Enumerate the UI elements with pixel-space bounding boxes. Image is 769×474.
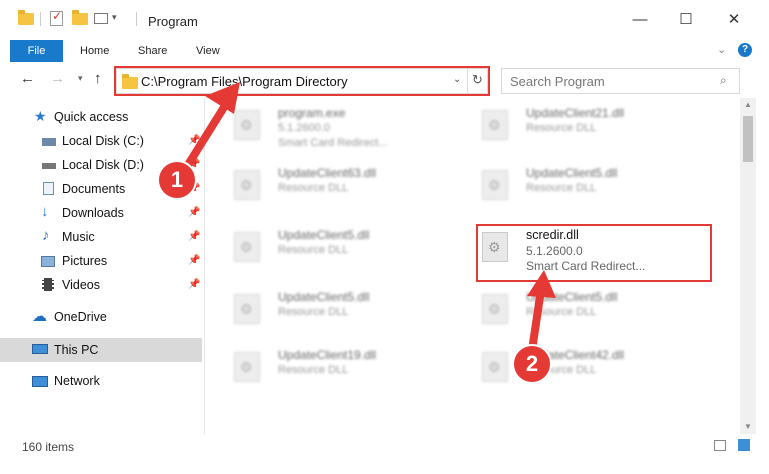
file-highlight-box [476,224,712,282]
navigation-pane: ★ Quick access Local Disk (C:) 📌 Local D… [0,102,204,432]
drive-icon [42,163,56,169]
dll-file-icon [234,170,260,200]
minimize-button[interactable]: — [620,6,660,34]
close-button[interactable]: ✕ [714,6,754,34]
search-placeholder: Search Program [510,74,605,89]
sidebar-item-this-pc[interactable]: This PC [0,338,202,362]
chevron-down-icon[interactable]: ▾ [112,12,117,23]
divider [136,12,137,26]
search-input[interactable]: Search Program ⌕ [501,68,740,94]
list-item[interactable]: program.exe 5.1.2600.0 Smart Card Redire… [222,102,462,158]
scrollbar-thumb[interactable] [743,116,753,162]
sidebar-item-local-disk-c[interactable]: Local Disk (C:) 📌 [0,130,202,152]
back-icon[interactable]: ← [20,70,35,87]
address-row: ← → ▾ ↑ C:\Program Files\Program Directo… [0,64,769,96]
dll-file-icon [234,232,260,262]
document-icon [43,182,54,195]
sidebar-item-music[interactable]: ♪ Music 📌 [0,226,202,248]
sidebar-item-network[interactable]: Network [0,370,202,392]
pin-icon[interactable]: 📌 [188,279,200,290]
dll-file-icon [482,352,508,382]
pin-icon[interactable]: 📌 [188,207,200,218]
list-item[interactable]: UpdateClient42.dll Resource DLL [470,344,710,400]
explorer-window: ✓ ▾ Program — ☐ ✕ File Home Share View ⌄… [0,0,769,474]
expand-ribbon-icon[interactable]: ⌄ [717,43,726,56]
dll-file-icon [234,294,260,324]
sidebar-item-downloads[interactable]: ↓ Downloads 📌 [0,202,202,224]
list-item[interactable]: UpdateClient5.dll Resource DLL [222,224,462,280]
sidebar-item-quick-access[interactable]: ★ Quick access [0,106,202,128]
list-item[interactable]: UpdateClient5.dll Resource DLL [470,286,710,342]
dll-file-icon [482,110,508,140]
star-icon: ★ [34,108,47,124]
sidebar-item-pictures[interactable]: Pictures 📌 [0,250,202,272]
sidebar-item-onedrive[interactable]: ☁ OneDrive [0,306,202,328]
tab-view[interactable]: View [196,40,220,62]
music-icon: ♪ [42,227,50,244]
scroll-up-icon[interactable]: ▲ [744,100,752,109]
help-icon[interactable]: ? [738,43,752,57]
film-icon [42,278,54,291]
forward-icon[interactable]: → [50,70,65,87]
customize-qat-icon[interactable] [94,13,108,24]
pin-icon[interactable]: 📌 [188,231,200,242]
address-highlight-box [114,66,490,96]
list-item[interactable]: UpdateClient19.dll Resource DLL [222,344,462,400]
sidebar-item-videos[interactable]: Videos 📌 [0,274,202,296]
status-bar: 160 items [0,436,769,456]
callout-badge-2: 2 [512,344,552,384]
ribbon-tabs: File Home Share View ⌄ ? [0,40,769,62]
pane-divider [204,98,205,434]
cloud-icon: ☁ [32,308,47,325]
callout-badge-1: 1 [157,160,197,200]
search-icon[interactable]: ⌕ [720,73,727,88]
details-view-icon[interactable] [714,440,726,451]
dll-file-icon [234,352,260,382]
title-bar: ✓ ▾ Program — ☐ ✕ [0,0,769,40]
recent-locations-icon[interactable]: ▾ [78,73,83,84]
tab-home[interactable]: Home [80,40,109,62]
download-icon: ↓ [41,203,49,220]
item-count: 160 items [22,440,75,454]
computer-icon [32,344,48,354]
drive-icon [42,138,56,146]
dll-file-icon [482,294,508,324]
list-item[interactable]: UpdateClient63.dll Resource DLL [222,162,462,218]
vertical-scrollbar[interactable]: ▲ ▼ [740,98,756,434]
pictures-icon [41,256,55,267]
tab-file[interactable]: File [10,40,63,62]
list-item[interactable]: UpdateClient5.dll Resource DLL [470,162,710,218]
scroll-down-icon[interactable]: ▼ [744,422,752,431]
window-title: Program [148,14,198,29]
divider [40,12,41,26]
pin-icon[interactable]: 📌 [188,135,200,146]
new-folder-icon[interactable] [72,10,88,25]
tab-share[interactable]: Share [138,40,167,62]
list-item[interactable]: UpdateClient21.dll Resource DLL [470,102,710,158]
list-item[interactable]: UpdateClient5.dll Resource DLL [222,286,462,342]
file-icon [234,110,260,140]
maximize-button[interactable]: ☐ [666,6,706,34]
folder-icon [18,10,34,25]
properties-icon[interactable]: ✓ [50,9,63,26]
dll-file-icon [482,170,508,200]
pin-icon[interactable]: 📌 [188,255,200,266]
network-icon [32,376,48,387]
large-icons-view-icon[interactable] [738,439,750,451]
up-icon[interactable]: ↑ [94,70,102,87]
